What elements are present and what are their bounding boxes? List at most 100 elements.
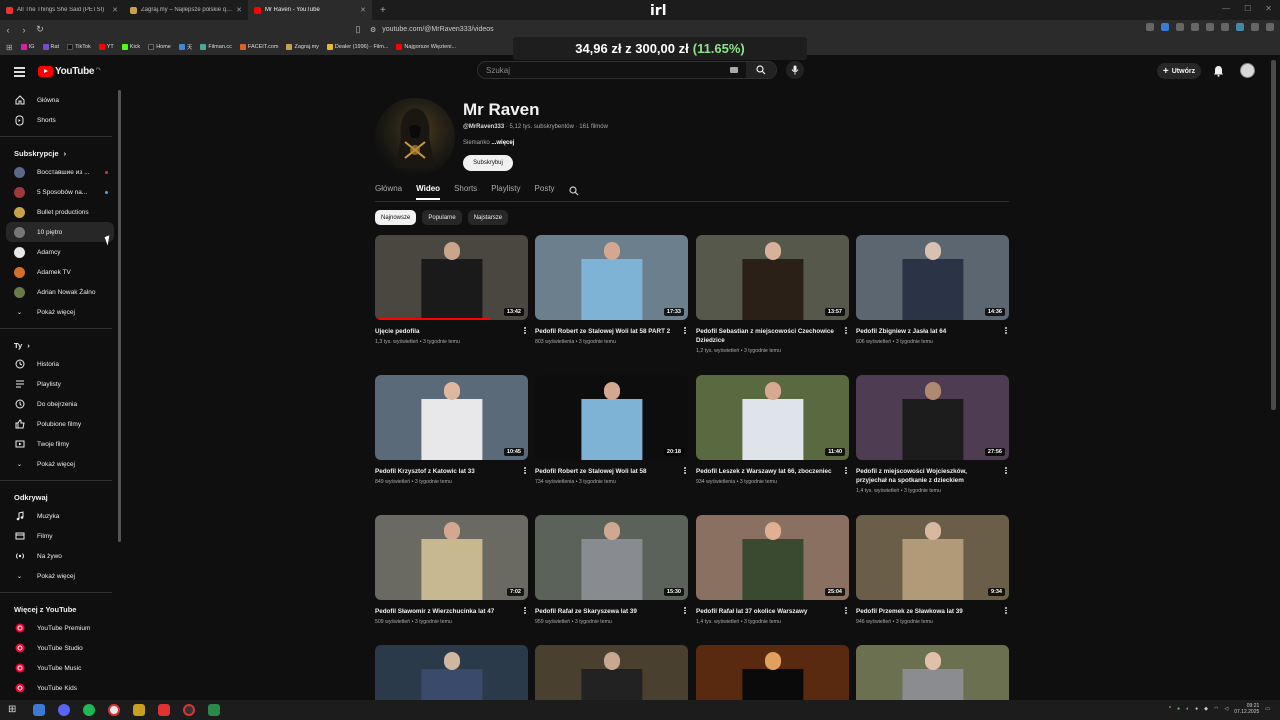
video-card[interactable]: 14:36 Pedofil Zbigniew z Jasła lat 64 606 … — [856, 235, 1009, 345]
tab-shorts[interactable]: Shorts — [454, 184, 477, 200]
wifi-icon[interactable]: ◠ — [1214, 706, 1218, 712]
video-title[interactable]: Pedofil Sławomir z Wierzchucinka lat 47 — [375, 607, 528, 616]
channel-avatar[interactable] — [375, 98, 455, 176]
discord-icon[interactable] — [58, 704, 70, 716]
video-card[interactable]: 13:42 Ujęcie pedofila 1,3 tys. wyświetleń … — [375, 235, 528, 345]
notifications-bell-icon[interactable] — [1213, 65, 1224, 79]
video-card[interactable]: 20:18 Pedofil Robert ze Stalowej Woli lat… — [535, 375, 688, 485]
create-button[interactable]: + Utwórz — [1157, 63, 1201, 79]
bookmark-item[interactable]: FACEIT.com — [239, 44, 278, 50]
voice-search-button[interactable] — [786, 61, 804, 79]
forward-icon[interactable]: › — [16, 25, 32, 35]
video-card[interactable]: 27:56 Pedofil z miejscowości Wojcieszków,… — [856, 375, 1009, 494]
back-icon[interactable]: ‹ — [0, 25, 16, 35]
sidebar-youtube-product-item[interactable]: YouTube Studio — [0, 638, 120, 658]
sidebar-subscription-item[interactable]: Adrian Nowak Żalno — [0, 282, 120, 302]
sidebar-subscription-item[interactable]: 10 piętro — [6, 222, 114, 242]
bookmark-item[interactable]: IG — [20, 44, 35, 50]
video-thumbnail[interactable]: 27:56 — [856, 375, 1009, 460]
video-title[interactable]: Pedofil Robert ze Stalowej Woli lat 58 — [535, 467, 688, 476]
more-actions-icon[interactable] — [524, 607, 526, 614]
close-tab-icon[interactable]: ✕ — [236, 6, 242, 14]
tray-icon[interactable]: ◐ — [1186, 706, 1189, 712]
tab-videos[interactable]: Wideo — [416, 184, 441, 200]
video-thumbnail[interactable]: 14:36 — [856, 235, 1009, 320]
apps-icon[interactable]: ⊞ — [6, 43, 13, 52]
bookmark-item[interactable]: YT — [98, 44, 114, 50]
bookmark-item[interactable]: TikTok — [67, 44, 91, 50]
extension-icon[interactable] — [1191, 23, 1199, 31]
search-input[interactable]: Szukaj — [477, 61, 777, 79]
start-icon[interactable]: ⊞ — [8, 704, 20, 716]
show-more-subscriptions[interactable]: ⌄ Pokaż więcej — [0, 302, 120, 322]
video-thumbnail[interactable]: 11:40 — [696, 375, 849, 460]
show-more-you[interactable]: ⌄ Pokaż więcej — [0, 454, 120, 474]
video-card[interactable]: 11:40 Pedofil Leszek z Warszawy lat 66, z… — [696, 375, 849, 485]
close-tab-icon[interactable]: ✕ — [112, 6, 118, 14]
extension-icon[interactable] — [1221, 23, 1229, 31]
bookmark-item[interactable]: Home — [148, 44, 171, 50]
subscribe-button[interactable]: Subskrybuj — [463, 155, 513, 171]
browser-tab[interactable]: All The Things She Said (PETSI) ✕ — [0, 0, 124, 20]
video-title[interactable]: Pedofil Przemek ze Sławkowa lat 39 — [856, 607, 1009, 616]
account-avatar[interactable] — [1240, 63, 1255, 78]
video-card[interactable]: 10:45 Pedofil Krzysztof z Katowic lat 33 8… — [375, 375, 528, 485]
tray-icon[interactable]: ● — [1177, 706, 1180, 712]
page-scrollbar[interactable] — [1271, 60, 1276, 410]
extension-icon[interactable] — [1176, 23, 1184, 31]
video-thumbnail[interactable]: 10:45 — [375, 375, 528, 460]
taskbar-app-icon[interactable] — [158, 704, 170, 716]
clock[interactable]: 09:21 07.12.2025 — [1234, 703, 1259, 715]
bookmark-icon[interactable]: ▯ — [350, 24, 366, 35]
show-more-explore[interactable]: ⌄ Pokaż więcej — [0, 566, 120, 586]
bookmark-item[interactable]: 天 — [178, 43, 192, 51]
video-card[interactable]: 17:33 Pedofil Robert ze Stalowej Woli lat… — [535, 235, 688, 345]
more-actions-icon[interactable] — [845, 327, 847, 334]
bookmark-item[interactable]: Filman.cc — [200, 44, 232, 50]
video-title[interactable]: Ujęcie pedofila — [375, 327, 528, 336]
video-title[interactable]: Pedofil Rafał ze Skaryszewa lat 39 — [535, 607, 688, 616]
sidebar-item-watch-later[interactable]: Do obejrzenia — [0, 394, 120, 414]
tab-posts[interactable]: Posty — [535, 184, 555, 200]
more-link[interactable]: ...więcej — [491, 140, 514, 146]
tray-chevron-icon[interactable]: ^ — [1169, 706, 1171, 712]
video-title[interactable]: Pedofil Rafał lat 37 okolice Warszawy — [696, 607, 849, 616]
bookmark-item[interactable]: Najgorsze Więzieni... — [396, 44, 456, 50]
extension-icon[interactable] — [1206, 23, 1214, 31]
extension-icon[interactable] — [1251, 23, 1259, 31]
extension-icon[interactable] — [1146, 23, 1154, 31]
sidebar-item-playlist[interactable]: Playlisty — [0, 374, 120, 394]
video-thumbnail[interactable]: 13:42 — [375, 235, 528, 320]
bookmark-item[interactable]: Zagraj.my — [286, 44, 319, 50]
bookmark-item[interactable]: Kick — [121, 44, 140, 50]
chip-newest[interactable]: Najnowsze — [375, 210, 417, 225]
video-card[interactable]: 7:02 Pedofil Sławomir z Wierzchucinka lat… — [375, 515, 528, 625]
browser-tab[interactable]: Zagraj.my – Najlepsze polskie quizy ✕ — [124, 0, 248, 20]
obs-icon[interactable] — [183, 704, 195, 716]
video-card[interactable]: 25:04 Pedofil Rafał lat 37 okolice Warsza… — [696, 515, 849, 625]
sidebar-scrollbar[interactable] — [118, 90, 121, 542]
sidebar-subscription-item[interactable]: Adamcy — [0, 242, 120, 262]
youtube-logo[interactable]: YouTube PL — [38, 66, 101, 77]
video-title[interactable]: Pedofil Robert ze Stalowej Woli lat 58 P… — [535, 327, 688, 336]
sidebar-item-shorts[interactable]: Shorts — [0, 110, 120, 130]
video-title[interactable]: Pedofil Zbigniew z Jasła lat 64 — [856, 327, 1009, 336]
more-actions-icon[interactable] — [684, 467, 686, 474]
sidebar-item-history[interactable]: Historia — [0, 354, 120, 374]
more-actions-icon[interactable] — [1005, 327, 1007, 334]
channel-description[interactable]: Siemanko ...więcej — [463, 140, 514, 146]
tray-icon[interactable]: ● — [1195, 706, 1198, 712]
sidebar-item-home[interactable]: Główna — [0, 90, 120, 110]
video-thumbnail[interactable]: 15:30 — [535, 515, 688, 600]
sidebar-subscription-item[interactable]: Восставшие из ... — [0, 162, 120, 182]
video-title[interactable]: Pedofil Leszek z Warszawy lat 66, zbocze… — [696, 467, 849, 476]
spotify-icon[interactable] — [83, 704, 95, 716]
chip-popular[interactable]: Popularne — [422, 210, 462, 225]
video-card[interactable]: 15:30 Pedofil Rafał ze Skaryszewa lat 39 9… — [535, 515, 688, 625]
extension-icon[interactable] — [1236, 23, 1244, 31]
tab-playlists[interactable]: Playlisty — [491, 184, 520, 200]
volume-icon[interactable]: ◁ — [1224, 706, 1228, 712]
more-actions-icon[interactable] — [1005, 607, 1007, 614]
browser-tab-active[interactable]: Mr Raven - YouTube ✕ — [248, 0, 372, 20]
tray-icon[interactable]: ◆ — [1204, 706, 1208, 712]
